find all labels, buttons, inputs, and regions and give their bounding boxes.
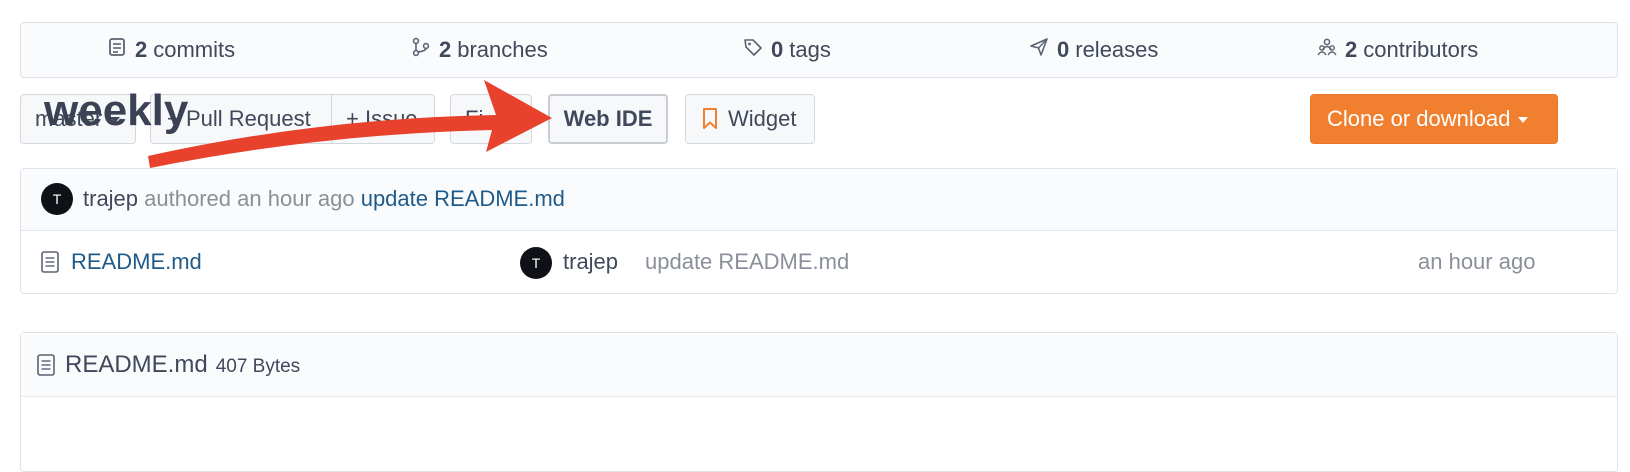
commit-authored-time: authored an hour ago bbox=[144, 186, 355, 211]
commit-author-link[interactable]: trajep bbox=[83, 186, 138, 211]
readme-heading: weekly bbox=[44, 86, 189, 135]
widget-label: Widget bbox=[728, 106, 797, 131]
stat-contributors[interactable]: 2 contributors bbox=[1317, 23, 1478, 77]
stat-tags[interactable]: 0 tags bbox=[743, 23, 831, 77]
tag-icon bbox=[743, 37, 763, 63]
bookmark-icon bbox=[702, 108, 718, 130]
commit-icon bbox=[107, 37, 127, 63]
commit-message-link[interactable]: update README.md bbox=[361, 186, 565, 211]
file-icon bbox=[37, 353, 55, 376]
readme-header: README.md 407 Bytes bbox=[21, 333, 1617, 397]
file-commit-author[interactable]: trajep bbox=[563, 249, 618, 275]
readme-title: README.md bbox=[65, 350, 208, 378]
file-icon bbox=[41, 251, 59, 278]
stat-commits-label: commits bbox=[153, 37, 236, 62]
avatar[interactable]: T bbox=[520, 247, 552, 279]
file-name-link[interactable]: README.md bbox=[71, 249, 202, 275]
stat-commits[interactable]: 2 commits bbox=[107, 23, 235, 77]
annotation-arrow bbox=[148, 80, 552, 168]
widget-button[interactable]: Widget bbox=[685, 94, 815, 144]
web-ide-label: Web IDE bbox=[563, 106, 653, 131]
chevron-down-icon bbox=[1518, 117, 1529, 123]
rocket-icon bbox=[1029, 37, 1049, 63]
stat-branches-count: 2 bbox=[439, 37, 452, 62]
stat-branches[interactable]: 2 branches bbox=[411, 23, 548, 77]
branch-icon bbox=[411, 37, 431, 63]
stat-tags-count: 0 bbox=[771, 37, 784, 62]
last-commit-text: trajep authored an hour ago update READM… bbox=[83, 183, 565, 215]
stat-releases-count: 0 bbox=[1057, 37, 1070, 62]
file-commit-time: an hour ago bbox=[1418, 249, 1536, 274]
contributors-icon bbox=[1317, 37, 1337, 63]
files-panel: T trajep authored an hour ago update REA… bbox=[20, 168, 1618, 294]
stat-commits-count: 2 bbox=[135, 37, 148, 62]
stat-releases[interactable]: 0 releases bbox=[1029, 23, 1158, 77]
file-commit-message[interactable]: update README.md bbox=[645, 249, 849, 275]
readme-panel: README.md 407 Bytes bbox=[20, 332, 1618, 472]
stat-tags-label: tags bbox=[789, 37, 831, 62]
file-row[interactable]: README.md T trajep update README.md an h… bbox=[21, 231, 1617, 293]
stat-contributors-label: contributors bbox=[1363, 37, 1479, 62]
clone-download-button[interactable]: Clone or download bbox=[1310, 94, 1558, 144]
avatar[interactable]: T bbox=[41, 183, 73, 215]
stat-contributors-count: 2 bbox=[1345, 37, 1358, 62]
stat-branches-label: branches bbox=[457, 37, 548, 62]
last-commit-row: T trajep authored an hour ago update REA… bbox=[21, 169, 1617, 231]
web-ide-button[interactable]: Web IDE bbox=[548, 94, 668, 144]
stat-releases-label: releases bbox=[1075, 37, 1159, 62]
clone-download-label: Clone or download bbox=[1327, 106, 1511, 131]
readme-size: 407 Bytes bbox=[215, 355, 301, 377]
